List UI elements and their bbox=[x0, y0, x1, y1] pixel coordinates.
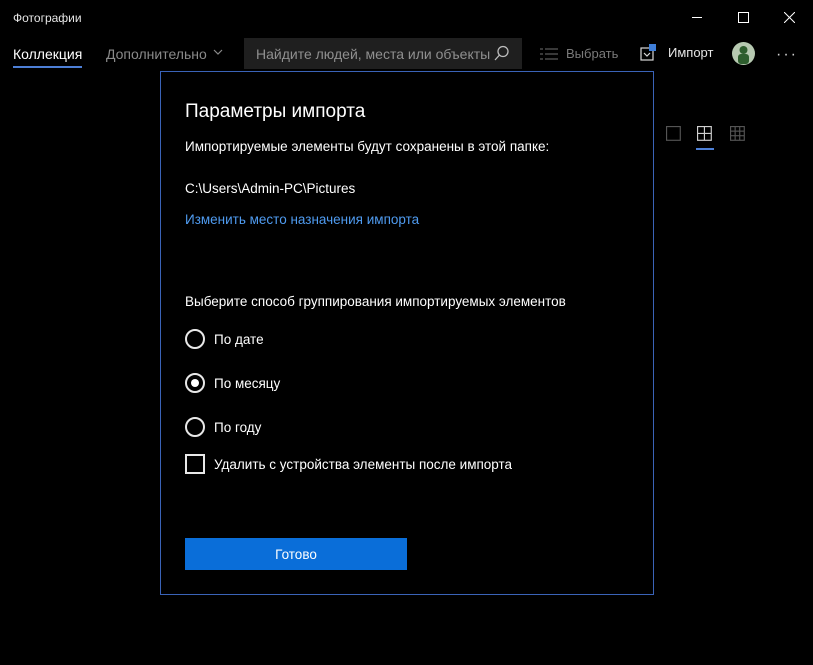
radio-circle[interactable] bbox=[185, 417, 205, 437]
search-box[interactable]: Найдите людей, места или объекты bbox=[244, 38, 522, 69]
maximize-button[interactable] bbox=[720, 0, 766, 34]
import-icon bbox=[640, 44, 656, 61]
view-selected-indicator bbox=[696, 148, 714, 150]
import-label: Импорт bbox=[668, 45, 714, 60]
user-avatar-icon bbox=[732, 42, 755, 65]
select-label: Выбрать bbox=[566, 46, 619, 61]
tab-more[interactable]: Дополнительно bbox=[106, 46, 207, 62]
radio-by-date[interactable]: По дате bbox=[185, 328, 264, 350]
folder-intro-text: Импортируемые элементы будут сохранены в… bbox=[185, 139, 550, 154]
select-button[interactable]: Выбрать bbox=[540, 46, 618, 61]
search-icon[interactable] bbox=[494, 45, 510, 61]
group-prompt: Выберите способ группирования импортируе… bbox=[185, 294, 566, 309]
medium-tiles-icon[interactable] bbox=[697, 126, 713, 142]
radio-label: По дате bbox=[214, 331, 264, 347]
tab-collection[interactable]: Коллекция bbox=[13, 46, 82, 62]
select-list-icon bbox=[540, 48, 558, 59]
close-icon bbox=[783, 11, 795, 23]
search-input[interactable]: Найдите людей, места или объекты bbox=[256, 46, 490, 62]
import-button[interactable]: Импорт bbox=[640, 44, 713, 61]
app-title: Фотографии bbox=[13, 11, 82, 25]
minimize-button[interactable] bbox=[674, 0, 720, 34]
close-button[interactable] bbox=[766, 0, 812, 34]
radio-label: По месяцу bbox=[214, 375, 281, 391]
folder-path: C:\Users\Admin-PC\Pictures bbox=[185, 181, 356, 196]
radio-circle-checked[interactable] bbox=[185, 373, 205, 393]
chevron-down-icon[interactable] bbox=[213, 47, 223, 57]
change-destination-link[interactable]: Изменить место назначения импорта bbox=[185, 212, 419, 227]
avatar[interactable] bbox=[732, 42, 755, 65]
checkbox-label: Удалить с устройства элементы после импо… bbox=[214, 456, 513, 472]
minimize-icon bbox=[691, 16, 702, 18]
done-button[interactable]: Готово bbox=[185, 538, 407, 570]
maximize-icon bbox=[737, 11, 749, 23]
dialog-title: Параметры импорта bbox=[185, 101, 366, 122]
radio-circle[interactable] bbox=[185, 329, 205, 349]
radio-by-month[interactable]: По месяцу bbox=[185, 372, 280, 394]
delete-after-import-option[interactable]: Удалить с устройства элементы после импо… bbox=[185, 453, 512, 475]
large-tiles-icon[interactable] bbox=[666, 126, 682, 142]
more-options-button[interactable]: ··· bbox=[776, 46, 798, 64]
radio-by-year[interactable]: По году bbox=[185, 416, 261, 438]
radio-label: По году bbox=[214, 419, 262, 435]
small-tiles-icon[interactable] bbox=[730, 126, 746, 142]
delete-after-import-checkbox[interactable] bbox=[185, 454, 205, 474]
active-tab-indicator bbox=[13, 66, 82, 68]
title-bar: Фотографии bbox=[0, 0, 813, 36]
import-settings-dialog: Параметры импорта Импортируемые элементы… bbox=[160, 71, 654, 595]
